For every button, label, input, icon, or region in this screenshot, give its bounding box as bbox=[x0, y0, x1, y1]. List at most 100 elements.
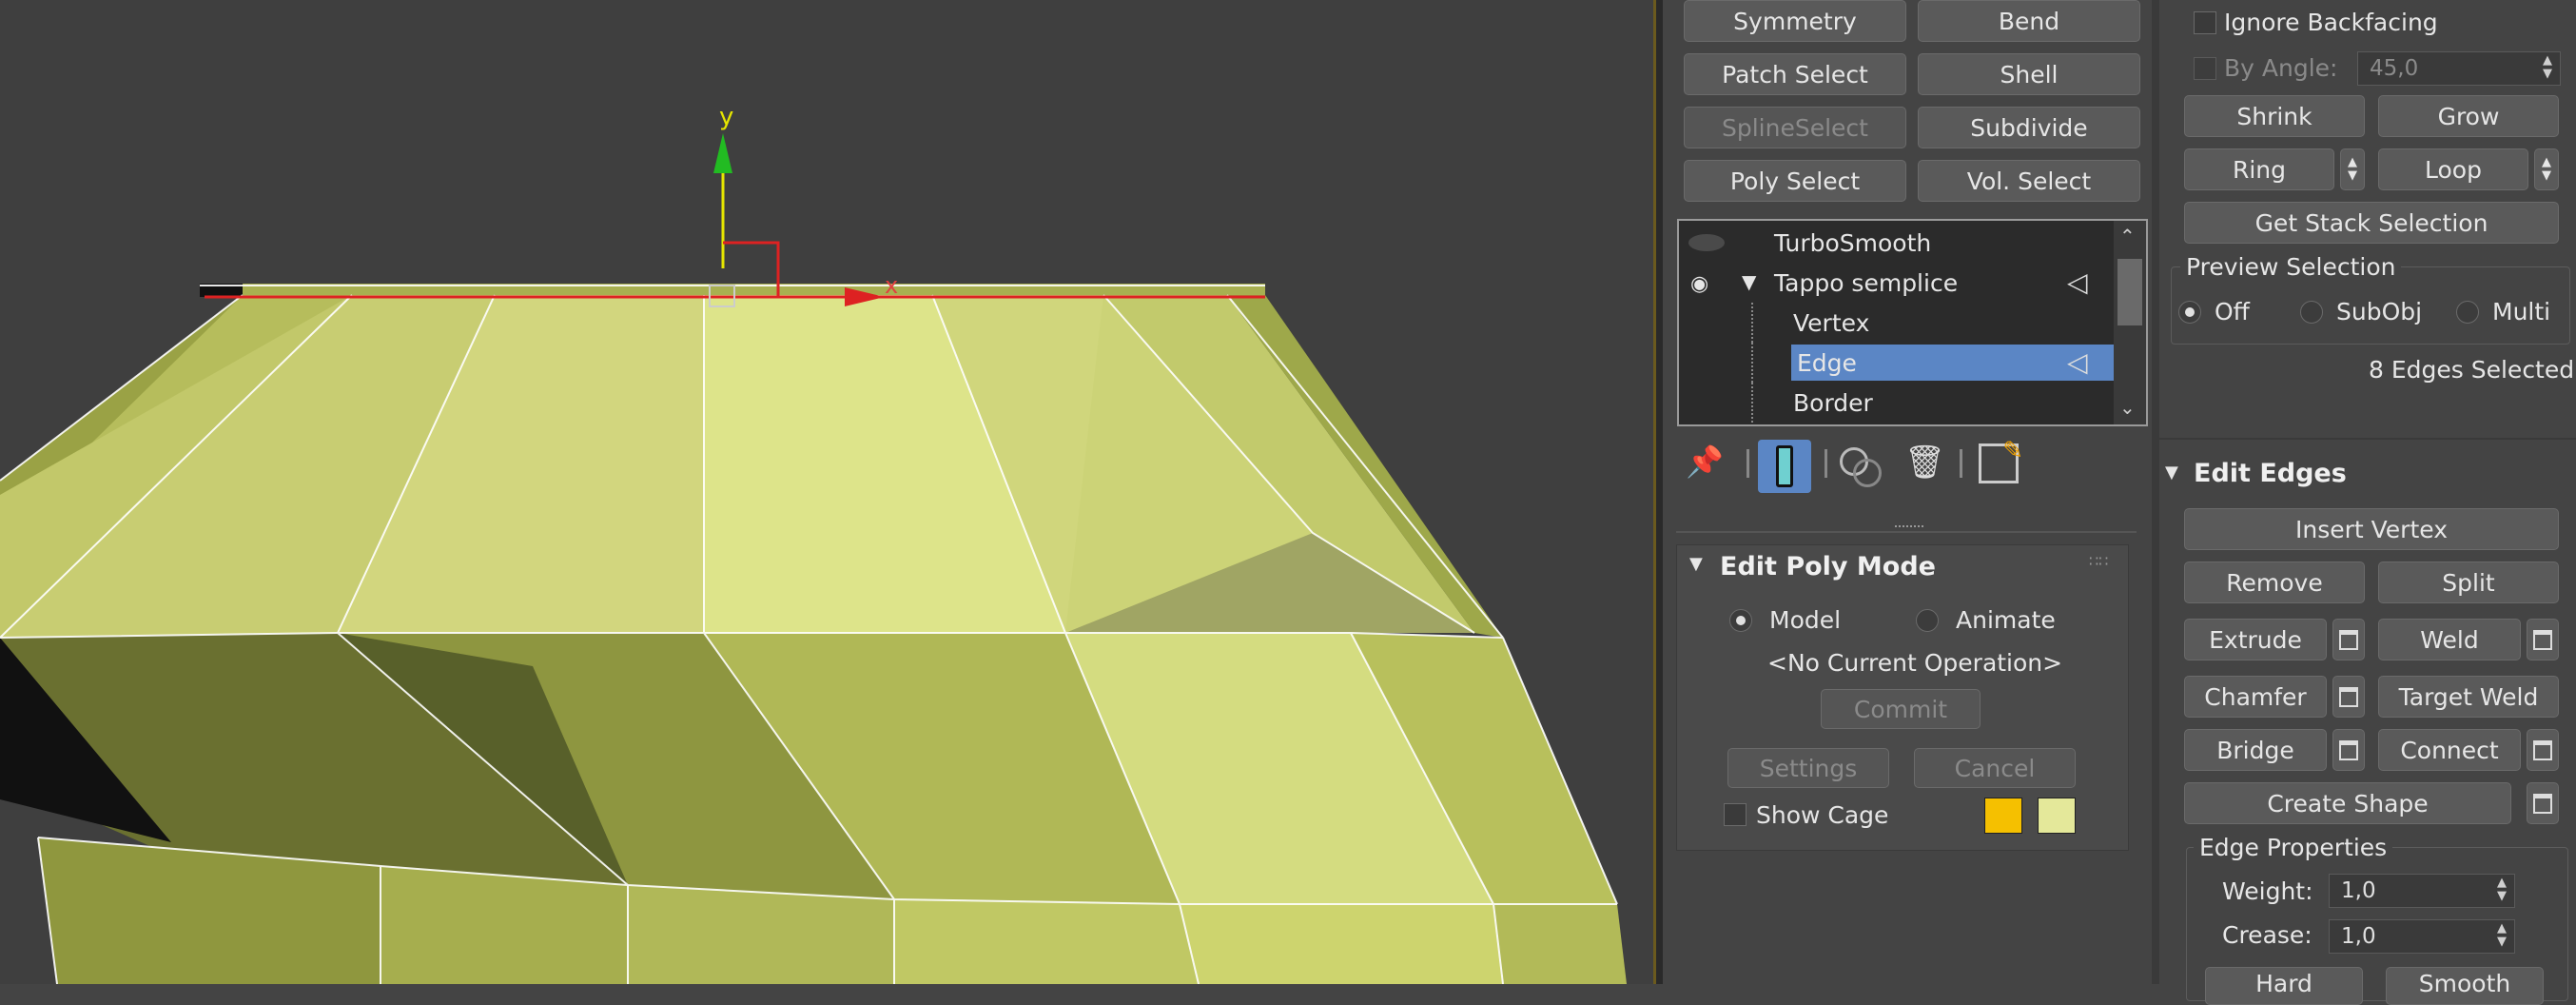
by-angle-checkbox[interactable] bbox=[2194, 57, 2216, 80]
shell-button[interactable]: Shell bbox=[1918, 53, 2140, 95]
preview-selection-title: Preview Selection bbox=[2180, 253, 2402, 281]
pin-stack-icon[interactable]: 📌 bbox=[1686, 443, 1724, 480]
chamfer-settings-icon[interactable] bbox=[2332, 676, 2365, 718]
toolbar-separator bbox=[1747, 449, 1749, 478]
stack-item-label: TurboSmooth bbox=[1774, 228, 1932, 257]
weld-settings-icon[interactable] bbox=[2527, 619, 2559, 660]
bridge-settings-icon[interactable] bbox=[2332, 729, 2365, 771]
weight-value: 1,0 bbox=[2341, 878, 2376, 903]
chamfer-button[interactable]: Chamfer bbox=[2184, 676, 2327, 718]
selection-status: 8 Edges Selected bbox=[2369, 356, 2575, 384]
spline-select-button[interactable]: SplineSelect bbox=[1684, 107, 1906, 148]
eye-icon[interactable]: ◉ bbox=[1690, 272, 1708, 296]
spinner-arrows-icon[interactable]: ▲ ▼ bbox=[2543, 54, 2552, 81]
spinner-arrows-icon[interactable]: ▲ ▼ bbox=[2497, 877, 2507, 903]
poly-select-button[interactable]: Poly Select bbox=[1684, 160, 1906, 202]
preview-off-radio[interactable] bbox=[2178, 301, 2201, 324]
stack-scrollbar[interactable]: ⌃ ⌄ bbox=[2114, 221, 2146, 424]
edge-properties-title: Edge Properties bbox=[2194, 834, 2393, 861]
tree-line bbox=[1751, 303, 1753, 343]
get-stack-selection-button[interactable]: Get Stack Selection bbox=[2184, 202, 2559, 244]
animate-radio[interactable] bbox=[1916, 609, 1939, 632]
ring-spinner-icon[interactable]: ▲ ▼ bbox=[2340, 148, 2365, 190]
stack-item-edge[interactable]: Edge ◁ bbox=[1679, 343, 2117, 383]
create-shape-settings-icon[interactable] bbox=[2527, 782, 2559, 824]
hard-button[interactable]: Hard bbox=[2205, 967, 2363, 1005]
collapse-arrow-icon[interactable]: ▼ bbox=[1742, 270, 1756, 293]
tree-line bbox=[1751, 383, 1753, 423]
weld-button[interactable]: Weld bbox=[2378, 619, 2521, 660]
symmetry-button[interactable]: Symmetry bbox=[1684, 0, 1906, 42]
bridge-button[interactable]: Bridge bbox=[2184, 729, 2327, 771]
settings-button[interactable]: Settings bbox=[1727, 748, 1889, 788]
crease-spinner[interactable]: 1,0 ▲ ▼ bbox=[2329, 919, 2515, 954]
scroll-up-icon[interactable]: ⌃ bbox=[2119, 225, 2136, 247]
connect-settings-icon[interactable] bbox=[2527, 729, 2559, 771]
stack-item-label: Tappo semplice bbox=[1774, 268, 1959, 297]
cage-color-swatch-1[interactable] bbox=[1984, 798, 2022, 834]
collapse-arrow-icon[interactable]: ▼ bbox=[2165, 463, 2178, 483]
insert-vertex-button[interactable]: Insert Vertex bbox=[2184, 508, 2559, 550]
commit-button[interactable]: Commit bbox=[1821, 689, 1981, 729]
axis-y-label: y bbox=[719, 103, 734, 131]
spinner-arrows-icon[interactable]: ▲ ▼ bbox=[2497, 922, 2507, 949]
ring-button[interactable]: Ring bbox=[2184, 148, 2334, 190]
scroll-down-icon[interactable]: ⌄ bbox=[2119, 396, 2136, 419]
loop-spinner-icon[interactable]: ▲ ▼ bbox=[2534, 148, 2559, 190]
by-angle-label: By Angle: bbox=[2224, 54, 2338, 82]
by-angle-spinner[interactable]: 45,0 ▲ ▼ bbox=[2357, 51, 2561, 86]
ignore-backfacing-checkbox[interactable] bbox=[2194, 11, 2216, 34]
show-end-result-icon[interactable] bbox=[1758, 440, 1811, 493]
vol-select-button[interactable]: Vol. Select bbox=[1918, 160, 2140, 202]
collapse-arrow-icon[interactable]: ▼ bbox=[1689, 554, 1703, 574]
preview-off-label: Off bbox=[2215, 298, 2250, 325]
stack-item-tappo-semplice[interactable]: ◉ ▼ Tappo semplice ◁ bbox=[1679, 263, 2117, 303]
shrink-button[interactable]: Shrink bbox=[2184, 95, 2365, 137]
cage-color-swatch-2[interactable] bbox=[2038, 798, 2076, 834]
rollout-divider bbox=[2159, 438, 2576, 440]
stack-item-vertex[interactable]: Vertex bbox=[1679, 303, 2117, 343]
edit-edges-title[interactable]: Edit Edges bbox=[2194, 459, 2347, 488]
grow-button[interactable]: Grow bbox=[2378, 95, 2559, 137]
preview-multi-label: Multi bbox=[2492, 298, 2551, 325]
weight-spinner[interactable]: 1,0 ▲ ▼ bbox=[2329, 874, 2515, 908]
preview-multi-radio[interactable] bbox=[2456, 301, 2479, 324]
cancel-button[interactable]: Cancel bbox=[1914, 748, 2076, 788]
bend-button[interactable]: Bend bbox=[1918, 0, 2140, 42]
extrude-settings-icon[interactable] bbox=[2332, 619, 2365, 660]
subobject-indicator-icon: ◁ bbox=[2067, 346, 2088, 378]
panel-separator bbox=[2152, 0, 2159, 984]
make-unique-icon[interactable] bbox=[1838, 443, 1882, 487]
patch-select-button[interactable]: Patch Select bbox=[1684, 53, 1906, 95]
scroll-thumb[interactable] bbox=[2117, 259, 2142, 325]
eye-icon[interactable] bbox=[1688, 234, 1725, 251]
rollout-divider bbox=[1676, 531, 2137, 533]
split-button[interactable]: Split bbox=[2378, 562, 2559, 603]
loop-button[interactable]: Loop bbox=[2378, 148, 2528, 190]
model-radio[interactable] bbox=[1729, 609, 1752, 632]
stack-item-border[interactable]: Border bbox=[1679, 383, 2117, 423]
extrude-button[interactable]: Extrude bbox=[2184, 619, 2327, 660]
show-cage-checkbox[interactable] bbox=[1724, 803, 1747, 826]
subdivide-button[interactable]: Subdivide bbox=[1918, 107, 2140, 148]
weight-label: Weight: bbox=[2222, 877, 2313, 905]
configure-modifier-sets-icon[interactable]: ✎ bbox=[1979, 437, 2023, 483]
connect-button[interactable]: Connect bbox=[2378, 729, 2521, 771]
remove-modifier-icon[interactable]: 🗑 bbox=[1904, 443, 1945, 482]
model-label: Model bbox=[1769, 606, 1842, 634]
rollout-grip-icon[interactable]: ∷∷ bbox=[2089, 552, 2108, 570]
perspective-viewport[interactable]: y x bbox=[0, 0, 1653, 984]
target-weld-button[interactable]: Target Weld bbox=[2378, 676, 2559, 718]
stack-item-turbosmooth[interactable]: TurboSmooth bbox=[1679, 223, 2117, 263]
stack-item-label: Edge bbox=[1797, 348, 1857, 377]
crease-label: Crease: bbox=[2222, 921, 2313, 949]
crease-value: 1,0 bbox=[2341, 924, 2376, 949]
modifier-stack[interactable]: TurboSmooth ◉ ▼ Tappo semplice ◁ Vertex … bbox=[1677, 219, 2148, 426]
preview-subobj-label: SubObj bbox=[2336, 298, 2423, 325]
smooth-button[interactable]: Smooth bbox=[2386, 967, 2544, 1005]
preview-subobj-radio[interactable] bbox=[2300, 301, 2323, 324]
remove-button[interactable]: Remove bbox=[2184, 562, 2365, 603]
create-shape-button[interactable]: Create Shape bbox=[2184, 782, 2511, 824]
edit-poly-mode-title[interactable]: Edit Poly Mode bbox=[1720, 552, 1936, 581]
toolbar-separator bbox=[1960, 449, 1962, 478]
